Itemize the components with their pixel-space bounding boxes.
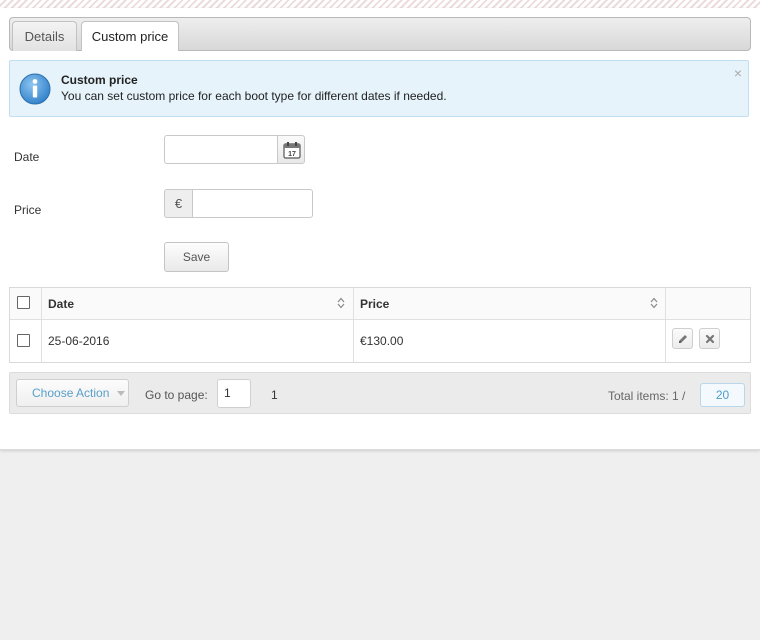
date-input[interactable] — [164, 135, 277, 164]
calendar-icon: 17 — [283, 142, 301, 159]
price-input[interactable] — [192, 189, 313, 218]
cell-price: €130.00 — [360, 334, 404, 348]
page-number-input[interactable]: 1 — [217, 379, 251, 408]
currency-addon: € — [164, 189, 192, 218]
choose-action-dropdown[interactable]: Choose Action — [16, 379, 129, 407]
close-icon[interactable]: × — [734, 66, 742, 80]
calendar-day-text: 17 — [288, 151, 296, 158]
cell-date: 25-06-2016 — [48, 334, 110, 348]
row-checkbox[interactable] — [17, 334, 30, 347]
column-header-price[interactable]: Price — [360, 297, 389, 311]
choose-action-label: Choose Action — [32, 386, 110, 400]
select-all-checkbox[interactable] — [17, 296, 30, 309]
calendar-button[interactable]: 17 — [277, 135, 305, 164]
info-alert: Custom price You can set custom price fo… — [9, 60, 749, 117]
price-table: Date Price 25-06-2016 €130.00 — [9, 287, 751, 363]
date-label: Date — [14, 150, 40, 164]
save-button[interactable]: Save — [164, 242, 229, 272]
alert-message: You can set custom price for each boot t… — [61, 89, 447, 103]
info-icon — [19, 73, 51, 105]
page-count: 1 — [271, 388, 278, 402]
column-header-date[interactable]: Date — [48, 297, 74, 311]
sort-icon[interactable] — [650, 297, 658, 309]
goto-page-label: Go to page: — [145, 388, 208, 402]
column-divider — [665, 288, 666, 362]
top-stripe — [0, 0, 760, 8]
items-per-page-button[interactable]: 20 — [700, 383, 745, 407]
tab-custom-price[interactable]: Custom price — [81, 21, 179, 51]
table-footer: Choose Action Go to page: 1 1 Total item… — [9, 372, 751, 414]
alert-title: Custom price — [61, 73, 138, 87]
column-divider — [353, 288, 354, 362]
tab-bar: Details Custom price — [9, 17, 751, 51]
column-divider — [41, 288, 42, 362]
delete-icon — [705, 334, 715, 344]
pencil-icon — [679, 335, 687, 343]
chevron-down-icon — [117, 391, 125, 396]
sort-icon[interactable] — [337, 297, 345, 309]
price-label: Price — [14, 203, 42, 217]
total-items-label: Total items: 1 / — [608, 389, 686, 403]
delete-button[interactable] — [699, 328, 720, 349]
tab-details[interactable]: Details — [12, 21, 77, 51]
edit-button[interactable] — [672, 328, 693, 349]
